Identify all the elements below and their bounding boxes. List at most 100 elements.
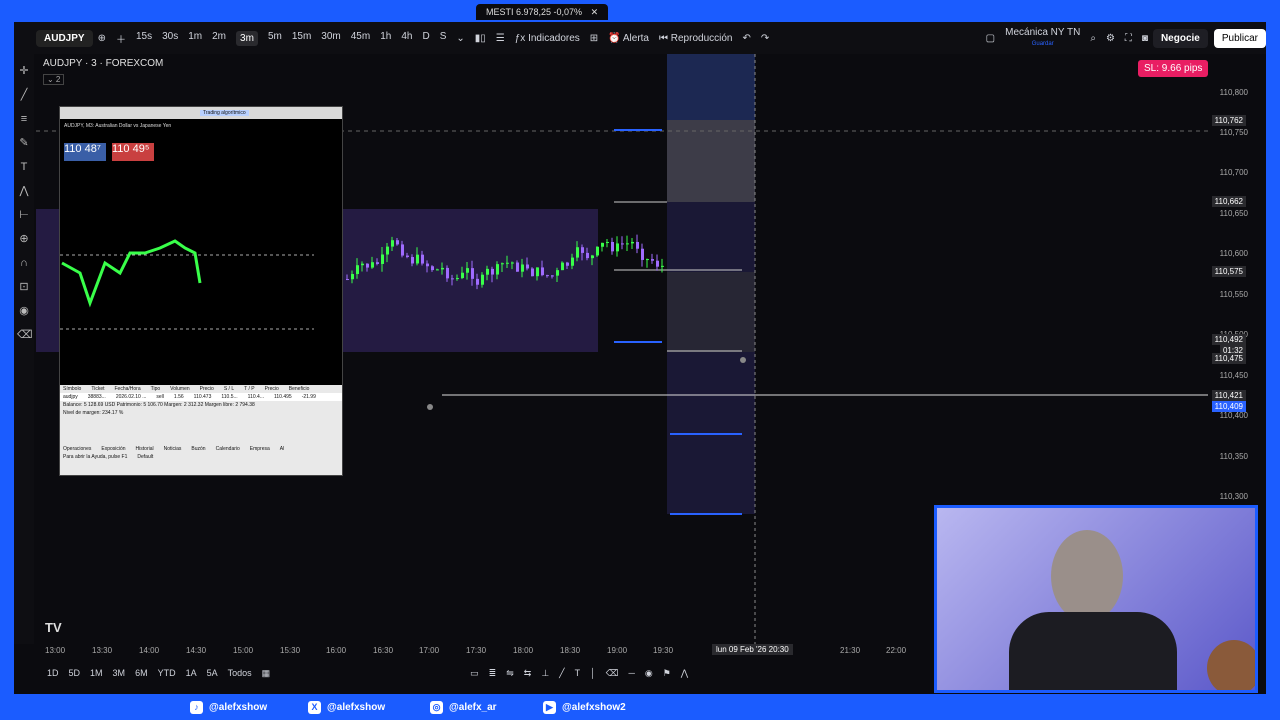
search-icon[interactable]: ⌕ xyxy=(1090,33,1096,44)
interval-button[interactable]: 1h xyxy=(380,31,391,46)
range-button[interactable]: 5A xyxy=(207,668,218,678)
measure-icon[interactable]: ⊥ xyxy=(541,668,549,679)
mt5-tab[interactable]: Operaciones xyxy=(63,446,91,452)
lock-icon[interactable]: ⊡ xyxy=(17,280,31,294)
range-button[interactable]: 1A xyxy=(186,668,197,678)
stream-frame-left xyxy=(0,0,14,720)
trade-button[interactable]: Negocie xyxy=(1152,28,1208,48)
eye-icon[interactable]: ◉ xyxy=(17,304,31,318)
range-button[interactable]: 6M xyxy=(135,668,148,678)
camera-icon[interactable]: ◙ xyxy=(1142,33,1148,44)
candle-body xyxy=(356,265,359,275)
redo-icon[interactable]: ↷ xyxy=(761,33,769,44)
brush-icon[interactable]: ✎ xyxy=(17,136,31,150)
channel-icon[interactable]: ⇋ xyxy=(506,668,514,679)
gear-icon[interactable]: ⚙ xyxy=(1106,33,1115,44)
interval-button[interactable]: D xyxy=(422,31,429,46)
interval-button[interactable]: 4h xyxy=(401,31,412,46)
trendline-icon[interactable]: ╱ xyxy=(17,88,31,102)
interval-button[interactable]: 2m xyxy=(212,31,226,46)
mt5-window[interactable]: Trading algorítmico AUDJPY, M3: Australi… xyxy=(59,106,343,476)
fullscreen-icon[interactable]: ⛶ xyxy=(1125,33,1132,44)
interval-button[interactable]: 15s xyxy=(136,31,152,46)
ticker-tab[interactable]: MESTI 6.978,25 -0,07% ✕ xyxy=(476,4,609,20)
alert-button[interactable]: ⏰ Alerta xyxy=(608,33,649,44)
mt5-tab[interactable]: Calendario xyxy=(216,446,240,452)
range-button[interactable]: Todos xyxy=(228,668,252,678)
text-icon[interactable]: T xyxy=(575,668,581,679)
range-button[interactable]: 3M xyxy=(113,668,126,678)
trend-icon[interactable]: ⋀ xyxy=(681,668,688,679)
interval-button[interactable]: S xyxy=(440,31,447,46)
text-icon[interactable]: T xyxy=(17,160,31,174)
zoom-icon[interactable]: ⊕ xyxy=(17,232,31,246)
interval-button[interactable]: 45m xyxy=(351,31,370,46)
trade-row[interactable]: audjpy 38883... 2026.02.10 ... sell 1.56 110.… xyxy=(60,393,342,401)
time-tick: 19:30 xyxy=(653,646,674,655)
range-button[interactable]: 5D xyxy=(69,668,81,678)
time-tick: 22:00 xyxy=(886,646,907,655)
trade-cell: -21.99 xyxy=(301,394,316,400)
mt5-tab[interactable]: Noticias xyxy=(164,446,182,452)
rectangle-icon[interactable]: ▭ xyxy=(470,668,479,679)
range-button[interactable]: YTD xyxy=(158,668,176,678)
eraser-icon[interactable]: ⌫ xyxy=(606,668,619,679)
time-tick: 16:00 xyxy=(326,646,347,655)
time-tick: 17:30 xyxy=(466,646,487,655)
pattern-icon[interactable]: ⋀ xyxy=(17,184,31,198)
interval-button[interactable]: 30m xyxy=(321,31,340,46)
indicators-button[interactable]: ƒx Indicadores xyxy=(515,33,580,44)
symbol-search-button[interactable]: AUDJPY xyxy=(36,29,93,47)
calendar-icon[interactable]: ▦ xyxy=(262,668,271,679)
mt5-tab[interactable]: Exposición xyxy=(101,446,125,452)
chart-type-icon[interactable]: ☰ xyxy=(496,33,505,44)
mt5-tab[interactable]: Empresa xyxy=(250,446,270,452)
fib-icon[interactable]: ≡ xyxy=(17,112,31,126)
publish-button[interactable]: Publicar xyxy=(1213,28,1266,48)
candle-body xyxy=(371,262,374,268)
arrows-icon[interactable]: ⇆ xyxy=(524,668,532,679)
lines-icon[interactable]: ≣ xyxy=(489,668,497,679)
flag-icon[interactable]: ⚑ xyxy=(663,668,671,679)
collapse-legend-button[interactable]: ⌄ 2 xyxy=(43,74,65,85)
trash-icon[interactable]: ⌫ xyxy=(17,328,33,342)
undo-icon[interactable]: ↶ xyxy=(742,33,750,44)
bar-style-icon[interactable]: ▮▯ xyxy=(475,33,486,44)
crosshair-icon[interactable]: ✛ xyxy=(17,64,31,78)
interval-button[interactable]: 1m xyxy=(188,31,202,46)
close-icon[interactable]: ✕ xyxy=(591,7,599,17)
replay-button[interactable]: ⏮ Reproducción xyxy=(659,33,733,44)
algo-trading-button[interactable]: Trading algorítmico xyxy=(200,110,249,116)
instagram-label: @alefx_ar xyxy=(449,702,497,713)
eye-icon[interactable]: ◉ xyxy=(645,668,653,679)
margin-level: Nivel de margen: 234.17 % xyxy=(63,410,124,416)
interval-button[interactable]: 30s xyxy=(162,31,178,46)
mt5-tab[interactable]: Al xyxy=(280,446,284,452)
magnet-icon[interactable]: ∩ xyxy=(17,256,31,270)
vertical-line-icon[interactable]: │ xyxy=(590,668,596,679)
horizontal-line-icon[interactable]: ─ xyxy=(628,668,634,679)
mt5-tab[interactable]: Historial xyxy=(136,446,154,452)
candle-body xyxy=(616,243,619,252)
interval-button[interactable]: 5m xyxy=(268,31,282,46)
layouts-icon[interactable]: ⊞ xyxy=(590,33,598,44)
measure-icon[interactable]: ⊢ xyxy=(17,208,31,222)
mt5-tab[interactable]: Buzón xyxy=(191,446,205,452)
add-symbol-icon[interactable]: ＋ xyxy=(116,31,126,46)
layout-name-button[interactable]: Mecánica NY TN Guardar xyxy=(1005,27,1080,49)
instagram-handle: ◎ @alefx_ar xyxy=(430,701,497,714)
trade-cell: 110.473 xyxy=(193,394,212,400)
interval-button[interactable]: 3m xyxy=(236,30,258,46)
chevron-down-icon[interactable]: ⌄ xyxy=(456,33,464,44)
candle-body xyxy=(426,263,429,267)
compare-icon[interactable]: ⊕ xyxy=(98,33,106,44)
candle-body xyxy=(361,263,364,266)
layout-square-icon[interactable]: ▢ xyxy=(986,33,995,44)
candle-body xyxy=(396,240,399,245)
candle-body xyxy=(431,266,434,271)
range-button[interactable]: 1D xyxy=(47,668,59,678)
range-button[interactable]: 1M xyxy=(90,668,103,678)
trade-header: Precio xyxy=(264,386,279,392)
ray-icon[interactable]: ╱ xyxy=(559,668,564,679)
interval-button[interactable]: 15m xyxy=(292,31,311,46)
